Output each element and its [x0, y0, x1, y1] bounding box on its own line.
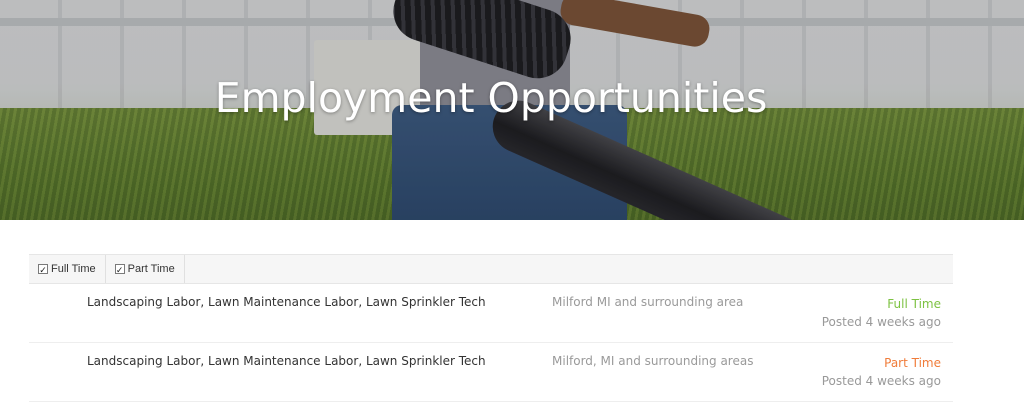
job-posted-date: Posted 4 weeks ago	[821, 315, 941, 329]
filter-part-time-label: Part Time	[127, 263, 175, 275]
job-location: Milford MI and surrounding area	[552, 295, 744, 309]
hero-banner: Employment Opportunities	[0, 0, 1024, 220]
checkbox-checked-icon[interactable]: ✓	[38, 264, 48, 275]
job-location: Milford, MI and surrounding areas	[552, 354, 754, 368]
page-title: Employment Opportunities	[214, 74, 768, 122]
job-title[interactable]: Landscaping Labor, Lawn Maintenance Labo…	[87, 295, 486, 309]
job-listing-row[interactable]: Landscaping Labor, Lawn Maintenance Labo…	[29, 284, 953, 343]
job-posted-date: Posted 4 weeks ago	[821, 374, 941, 388]
job-meta: Full Time Posted 4 weeks ago	[822, 295, 941, 331]
job-listing-row[interactable]: Landscaping Labor, Lawn Maintenance Labo…	[29, 343, 953, 402]
job-type-badge: Part Time	[884, 356, 941, 370]
checkbox-checked-icon[interactable]: ✓	[114, 264, 125, 275]
job-type-badge: Full Time	[887, 297, 941, 311]
job-type-filters: ✓ Full Time ✓ Part Time	[29, 254, 953, 284]
filter-full-time-label: Full Time	[51, 263, 96, 275]
job-title[interactable]: Landscaping Labor, Lawn Maintenance Labo…	[87, 354, 486, 368]
job-meta: Part Time Posted 4 weeks ago	[822, 354, 941, 390]
filter-full-time[interactable]: ✓ Full Time	[29, 255, 106, 283]
job-listings: ✓ Full Time ✓ Part Time Landscaping Labo…	[29, 254, 953, 402]
filter-part-time[interactable]: ✓ Part Time	[106, 255, 185, 283]
